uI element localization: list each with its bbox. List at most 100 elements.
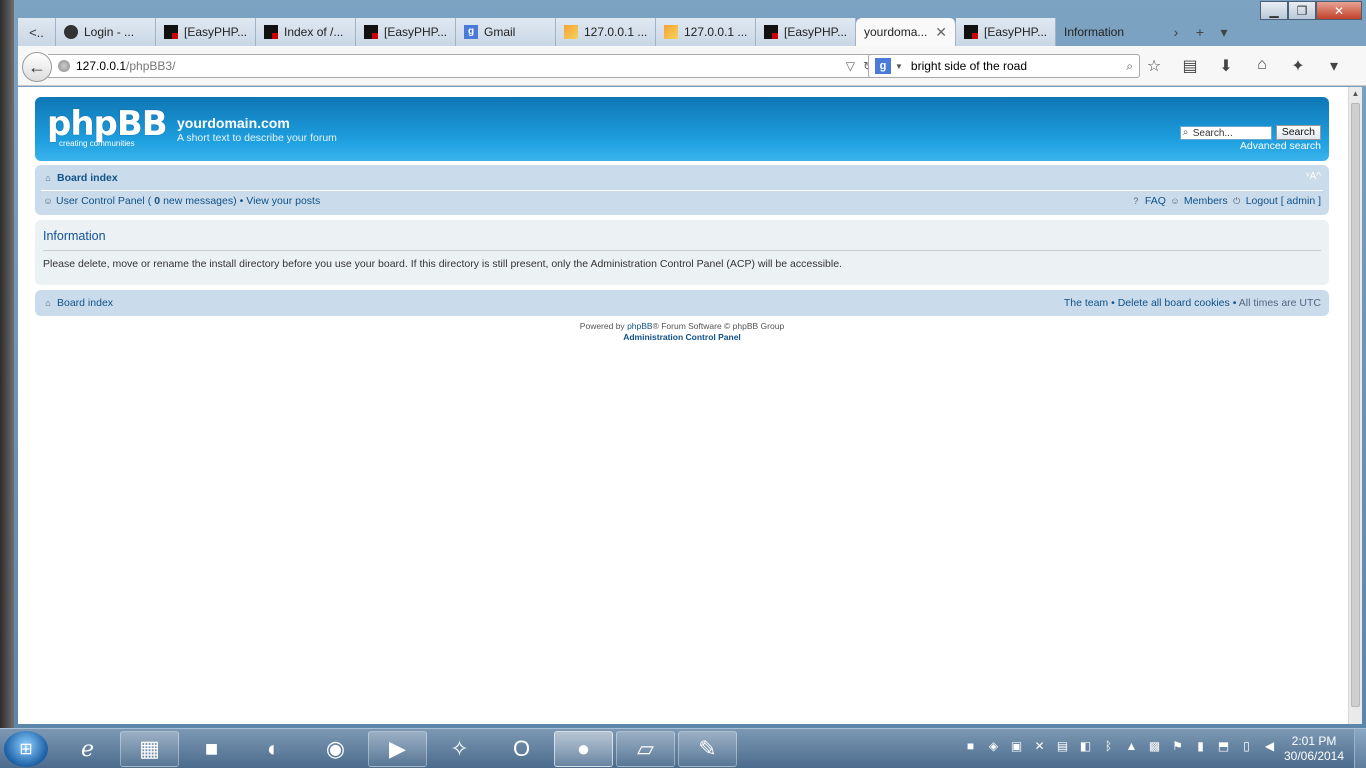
- tab-yourdomain[interactable]: yourdoma... ✕: [856, 18, 956, 46]
- vertical-scrollbar[interactable]: ▲: [1348, 87, 1362, 724]
- board-index-link[interactable]: Board index: [57, 172, 118, 184]
- lock-icon: [64, 25, 78, 39]
- footer-breadcrumb: ⌂ Board index: [43, 297, 113, 309]
- info-message: Please delete, move or rename the instal…: [43, 258, 842, 270]
- start-button[interactable]: ⊞: [4, 731, 48, 767]
- search-icon[interactable]: ⌕: [1126, 59, 1133, 74]
- easyphp-icon: [264, 25, 278, 39]
- tab-easyphp-4[interactable]: [EasyPHP...: [956, 18, 1056, 46]
- view-posts-link[interactable]: View your posts: [246, 195, 320, 207]
- adobe-tray-icon[interactable]: ▲: [1123, 739, 1140, 753]
- header-search: Search... Search: [1179, 125, 1321, 140]
- chevron-down-icon[interactable]: ▼: [895, 62, 903, 71]
- footer-board-index-link[interactable]: Board index: [57, 297, 113, 309]
- timezone-text: All times are UTC: [1238, 297, 1321, 309]
- tab-phpmyadmin-1[interactable]: 127.0.0.1 ...: [556, 18, 656, 46]
- search-input[interactable]: bright side of the road: [911, 59, 1027, 73]
- members-link[interactable]: Members: [1184, 195, 1228, 207]
- internet-explorer-icon[interactable]: ℯ: [58, 731, 117, 767]
- tab-scroll-left-button[interactable]: <..: [18, 18, 56, 46]
- downloads-icon[interactable]: ⬇: [1214, 56, 1238, 76]
- volume-icon[interactable]: ◀: [1261, 739, 1278, 753]
- bookmark-star-icon[interactable]: ☆: [1142, 56, 1166, 76]
- scrollbar-thumb[interactable]: [1351, 103, 1360, 707]
- tab-tools: › + ▾: [1164, 18, 1236, 46]
- new-tab-icon[interactable]: +: [1188, 24, 1212, 40]
- chrome-icon[interactable]: ◉: [306, 731, 365, 767]
- tab-login[interactable]: Login - ...: [56, 18, 156, 46]
- phpbb-link[interactable]: phpBB: [627, 321, 653, 331]
- tray-app-icon[interactable]: ▩: [1146, 739, 1163, 753]
- ucp-link[interactable]: User Control Panel: [56, 195, 145, 207]
- system-clock[interactable]: 2:01 PM 30/06/2014: [1278, 734, 1350, 764]
- eclipse-icon[interactable]: ◐: [244, 731, 303, 767]
- acp-link[interactable]: Administration Control Panel: [35, 332, 1329, 343]
- signal-strength-icon[interactable]: ▮: [1192, 739, 1209, 753]
- antivirus-tray-icon[interactable]: ◈: [985, 739, 1002, 753]
- tab-gmail[interactable]: g Gmail: [456, 18, 556, 46]
- notepad-icon[interactable]: ▱: [616, 731, 675, 767]
- tray-app-icon[interactable]: ▤: [1054, 739, 1071, 753]
- tray-app-icon[interactable]: ▣: [1008, 739, 1025, 753]
- logout-link[interactable]: Logout [ admin ]: [1246, 195, 1321, 207]
- advanced-search-link[interactable]: Advanced search: [1240, 140, 1321, 152]
- scroll-up-icon[interactable]: ▲: [1349, 87, 1362, 101]
- powered-by-text: Powered by: [579, 321, 625, 331]
- tab-scroll-right-icon[interactable]: ›: [1164, 24, 1188, 40]
- file-explorer-icon[interactable]: ▦: [120, 731, 179, 767]
- font-size-toggle[interactable]: ᵛA^: [1306, 171, 1321, 182]
- phpmyadmin-icon: [564, 25, 578, 39]
- easyphp-icon[interactable]: ■: [182, 731, 241, 767]
- chevron-down-icon[interactable]: ▾: [1322, 56, 1346, 76]
- bluetooth-icon[interactable]: ᛒ: [1100, 739, 1117, 753]
- tab-phpmyadmin-2[interactable]: 127.0.0.1 ...: [656, 18, 756, 46]
- paint-icon[interactable]: ✎: [678, 731, 737, 767]
- safari-icon[interactable]: ✧: [430, 731, 489, 767]
- url-bar[interactable]: 127.0.0.1/phpBB3/ ▽ ↻: [48, 54, 880, 78]
- back-button[interactable]: ←: [22, 52, 52, 82]
- user-actions: ? FAQ ☺ Members ⏻ Logout [ admin ]: [1131, 195, 1321, 207]
- power-icon[interactable]: ▯: [1238, 739, 1255, 753]
- site-title: yourdomain.com: [177, 115, 290, 131]
- media-player-icon[interactable]: ▶: [368, 731, 427, 767]
- close-tab-icon[interactable]: ✕: [935, 24, 947, 41]
- phpbb-logo[interactable]: phpBB creating communities: [47, 104, 168, 148]
- bookmarks-list-icon[interactable]: ▤: [1178, 56, 1202, 76]
- easyphp-tray-icon[interactable]: ■: [962, 739, 979, 753]
- tab-label: Information: [1064, 25, 1125, 39]
- footer-links: The team • Delete all board cookies • Al…: [1064, 297, 1321, 309]
- faq-link[interactable]: FAQ: [1145, 195, 1166, 207]
- search-bar[interactable]: g ▼ bright side of the road ⌕: [868, 54, 1140, 78]
- list-tabs-icon[interactable]: ▾: [1212, 24, 1236, 41]
- tab-label: Index of /...: [284, 25, 344, 39]
- logo-text: phpBB: [47, 104, 168, 144]
- opera-icon[interactable]: O: [492, 731, 551, 767]
- tab-label: [EasyPHP...: [384, 25, 448, 39]
- tab-information[interactable]: Information: [1056, 18, 1156, 46]
- firefox-icon[interactable]: ●: [554, 731, 613, 767]
- delete-cookies-link[interactable]: Delete all board cookies: [1118, 297, 1230, 309]
- new-messages-link[interactable]: new messages): [163, 195, 237, 207]
- page-viewport: phpBB creating communities yourdomain.co…: [18, 87, 1348, 724]
- show-desktop-button[interactable]: [1354, 729, 1366, 768]
- tab-easyphp-3[interactable]: [EasyPHP...: [756, 18, 856, 46]
- google-search-engine-icon[interactable]: g: [875, 58, 891, 74]
- history-dropdown-icon[interactable]: ▽: [846, 59, 855, 73]
- site-identity-icon[interactable]: [58, 60, 70, 72]
- tray-app-icon[interactable]: ✕: [1031, 739, 1048, 753]
- tab-easyphp-2[interactable]: [EasyPHP...: [356, 18, 456, 46]
- messages-open: (: [147, 195, 152, 207]
- forum-search-button[interactable]: Search: [1275, 125, 1321, 140]
- new-message-count[interactable]: 0: [154, 195, 160, 207]
- tab-easyphp-1[interactable]: [EasyPHP...: [156, 18, 256, 46]
- addon-icon[interactable]: ✦: [1286, 56, 1310, 76]
- tab-label: [EasyPHP...: [984, 25, 1048, 39]
- forum-search-input[interactable]: Search...: [1179, 125, 1272, 140]
- menu-icon[interactable]: ≡: [1358, 56, 1366, 76]
- action-center-flag-icon[interactable]: ⚑: [1169, 739, 1186, 753]
- tab-index-of[interactable]: Index of /...: [256, 18, 356, 46]
- network-icon[interactable]: ⬒: [1215, 739, 1232, 753]
- tray-app-icon[interactable]: ◧: [1077, 739, 1094, 753]
- the-team-link[interactable]: The team: [1064, 297, 1108, 309]
- home-icon[interactable]: ⌂: [1250, 56, 1274, 76]
